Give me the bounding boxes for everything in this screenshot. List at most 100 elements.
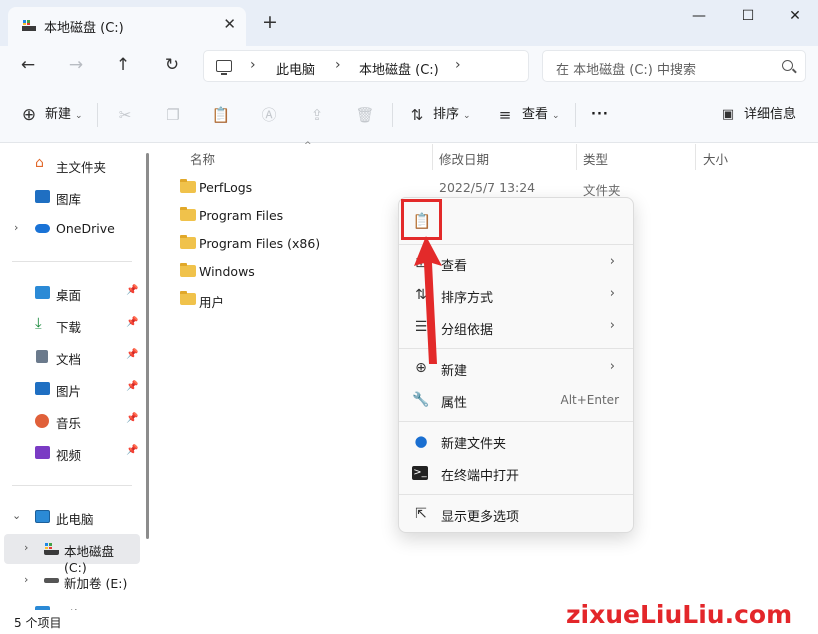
sidebar-item-gallery[interactable]: 图库 xyxy=(0,182,140,212)
view-button[interactable]: 查看 ⌄ xyxy=(522,104,560,126)
sidebar-item-label: 图库 xyxy=(56,192,82,207)
chevron-down-icon: ⌄ xyxy=(552,111,560,121)
delete-icon[interactable]: 🗑 xyxy=(355,105,375,125)
drive-icon xyxy=(44,578,59,583)
back-arrow-icon[interactable]: ← xyxy=(14,53,42,77)
breadcrumb-drive-c[interactable]: 本地磁盘 (C:) xyxy=(359,59,439,78)
command-bar: ⊕ 新建 ⌄ ✂ ❐ 📋 Ⓐ ⇪ 🗑 ⇅ 排序 ⌄ ≡ 查看 ⌄ ··· ▣ 详细信息 xyxy=(0,86,818,143)
share-icon[interactable]: ⇪ xyxy=(307,105,327,125)
folder-icon xyxy=(180,179,196,193)
close-button[interactable]: ✕ xyxy=(775,4,815,28)
video-icon xyxy=(35,446,50,459)
sidebar-item-new-volume-e[interactable]: › 新加卷 (E:) xyxy=(0,566,140,596)
up-arrow-icon[interactable]: ↑ xyxy=(109,53,137,77)
navigation-bar: ← → ↑ ↻ › 此电脑 › 本地磁盘 (C:) › 在 本地磁盘 (C:) … xyxy=(0,46,818,86)
sidebar-item-label: 图片 xyxy=(56,384,82,399)
toolbar-divider xyxy=(392,103,393,127)
sidebar-item-this-pc[interactable]: ⌄ 此电脑 xyxy=(0,502,140,532)
menu-item-new-folder[interactable]: ● 新建文件夹 xyxy=(403,426,629,456)
sidebar-item-label: 新加卷 (E:) xyxy=(64,576,128,591)
picture-icon xyxy=(35,382,50,395)
refresh-icon[interactable]: ↻ xyxy=(158,53,186,77)
sidebar-item-local-disk-c[interactable]: › 本地磁盘 (C:) xyxy=(4,534,140,575)
menu-item-open-in-terminal[interactable]: >_ 在终端中打开 xyxy=(403,458,629,488)
sidebar-item-onedrive[interactable]: › OneDrive xyxy=(0,214,140,244)
column-header-size[interactable]: 大小 xyxy=(703,149,728,168)
forward-arrow-icon[interactable]: → xyxy=(62,53,90,77)
highlight-box xyxy=(401,199,442,240)
tab-title: 本地磁盘 (C:) xyxy=(44,21,124,36)
sort-button[interactable]: 排序 ⌄ xyxy=(433,104,471,126)
new-tab-button[interactable]: + xyxy=(262,12,278,32)
menu-divider xyxy=(399,494,633,495)
paste-icon[interactable]: 📋 xyxy=(211,105,231,125)
view-icon: ≡ xyxy=(498,106,512,124)
copy-icon[interactable]: ❐ xyxy=(163,105,183,125)
file-name: Program Files (x86) xyxy=(199,236,321,251)
title-bar: 本地磁盘 (C:) ✕ + — ☐ ✕ xyxy=(0,0,818,46)
folder-icon xyxy=(180,263,196,277)
chevron-right-icon: › xyxy=(609,359,615,374)
chevron-down-icon: ⌄ xyxy=(75,111,83,121)
navigation-pane: ⌂ 主文件夹 图库 › OneDrive 桌面 📌 ⤓ 下载 📌 文档 📌 图片… xyxy=(0,144,150,610)
chevron-right-icon: › xyxy=(609,318,615,333)
sidebar-item-music[interactable]: 音乐 📌 xyxy=(0,406,140,436)
breadcrumb-this-pc[interactable]: 此电脑 xyxy=(276,59,315,78)
column-divider[interactable] xyxy=(576,144,577,170)
column-header-modified[interactable]: 修改日期 xyxy=(439,149,489,168)
new-button[interactable]: 新建 ⌄ xyxy=(45,104,83,126)
chevron-right-icon[interactable]: › xyxy=(14,221,18,234)
new-button-label: 新建 xyxy=(45,107,72,122)
sidebar-divider xyxy=(12,261,132,262)
column-divider[interactable] xyxy=(432,144,433,170)
chevron-down-icon[interactable]: ⌄ xyxy=(12,509,21,522)
sidebar-scrollbar[interactable] xyxy=(146,153,149,539)
pc-icon xyxy=(35,510,50,523)
red-arrow-annotation xyxy=(414,236,442,364)
column-divider[interactable] xyxy=(695,144,696,170)
menu-item-properties[interactable]: 🔧 属性 Alt+Enter xyxy=(403,385,629,415)
chevron-right-icon[interactable]: › xyxy=(24,541,28,554)
document-icon xyxy=(36,350,48,363)
sidebar-item-documents[interactable]: 文档 📌 xyxy=(0,342,140,372)
maximize-button[interactable]: ☐ xyxy=(728,4,768,28)
menu-item-shortcut: Alt+Enter xyxy=(560,393,619,407)
sidebar-item-home[interactable]: ⌂ 主文件夹 xyxy=(0,150,140,180)
tab-active[interactable]: 本地磁盘 (C:) ✕ xyxy=(8,7,246,46)
details-button[interactable]: 详细信息 xyxy=(744,104,796,126)
file-modified: 2022/5/7 13:24 xyxy=(439,180,536,195)
search-box[interactable]: 在 本地磁盘 (C:) 中搜索 xyxy=(542,50,806,82)
rename-icon[interactable]: Ⓐ xyxy=(259,105,279,125)
download-icon: ⤓ xyxy=(35,314,42,332)
chevron-right-icon[interactable]: › xyxy=(24,573,28,586)
breadcrumb-separator[interactable]: › xyxy=(455,57,461,73)
drive-icon xyxy=(22,20,36,31)
column-header-type[interactable]: 类型 xyxy=(583,149,608,168)
file-name: Program Files xyxy=(199,208,284,223)
chevron-down-icon: ⌄ xyxy=(463,111,471,121)
breadcrumb-separator: › xyxy=(335,57,341,73)
column-header-name[interactable]: 名称 xyxy=(190,149,215,168)
breadcrumb-separator: › xyxy=(250,57,256,73)
menu-item-show-more-options[interactable]: ⇱ 显示更多选项 xyxy=(403,499,629,529)
sidebar-item-label: OneDrive xyxy=(56,221,115,236)
tab-close-icon[interactable]: ✕ xyxy=(223,15,236,33)
sidebar-item-videos[interactable]: 视频 📌 xyxy=(0,438,140,468)
sidebar-item-label: 文档 xyxy=(56,352,82,367)
pin-icon: 📌 xyxy=(126,349,139,360)
toolbar-divider xyxy=(575,103,576,127)
more-options-button[interactable]: ··· xyxy=(591,104,609,126)
pin-icon: 📌 xyxy=(126,445,139,456)
menu-item-label: 显示更多选项 xyxy=(441,510,520,525)
sidebar-item-desktop[interactable]: 桌面 📌 xyxy=(0,278,140,308)
sidebar-item-downloads[interactable]: ⤓ 下载 📌 xyxy=(0,310,140,340)
search-placeholder: 在 本地磁盘 (C:) 中搜索 xyxy=(556,63,696,78)
cut-icon[interactable]: ✂ xyxy=(115,105,135,125)
search-icon[interactable] xyxy=(782,60,793,71)
sidebar-divider xyxy=(12,485,132,486)
minimize-button[interactable]: — xyxy=(679,4,719,28)
sidebar-item-pictures[interactable]: 图片 📌 xyxy=(0,374,140,404)
sidebar-item-network[interactable]: 网络 xyxy=(0,598,140,610)
address-bar[interactable]: › 此电脑 › 本地磁盘 (C:) › xyxy=(203,50,529,82)
chevron-right-icon: › xyxy=(609,286,615,301)
